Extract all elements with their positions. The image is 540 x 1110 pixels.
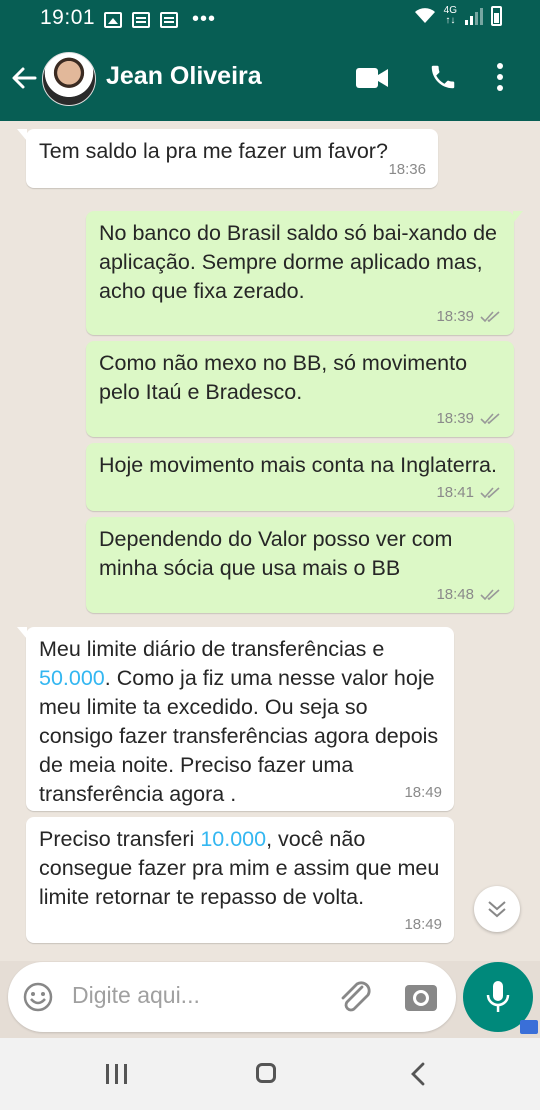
phone-number-link[interactable]: 10.000 — [200, 827, 266, 851]
image-icon — [104, 11, 122, 28]
attach-icon[interactable] — [338, 981, 372, 1013]
message-meta: 18:48 — [436, 580, 502, 609]
message-meta: 18:39 — [436, 302, 502, 331]
message-input[interactable]: Digite aqui... — [72, 982, 200, 1009]
scroll-down-icon — [488, 901, 506, 918]
back-arrow-icon[interactable] — [10, 64, 38, 92]
status-time: 19:01 — [40, 6, 96, 29]
double-check-icon — [480, 588, 500, 600]
network-type: 4G ↑↓ — [443, 5, 457, 26]
nav-back-icon[interactable] — [410, 1062, 426, 1086]
emoji-icon[interactable] — [22, 981, 54, 1013]
message-text: Meu limite diário de transferências e — [39, 637, 385, 661]
message-time: 18:36 — [388, 161, 426, 178]
message-incoming[interactable]: Preciso transferi 10.000, você não conse… — [26, 817, 454, 943]
message-text: Preciso transferi — [39, 827, 201, 851]
message-input-bar[interactable]: Digite aqui... — [8, 962, 456, 1032]
scroll-down-button[interactable] — [474, 886, 520, 932]
phone-number-link[interactable]: 50.000 — [39, 666, 105, 690]
message-time: 18:49 — [404, 784, 442, 801]
menu-icon[interactable] — [496, 62, 504, 92]
mic-icon — [486, 981, 510, 1012]
message-text: Hoje movimento mais conta na Inglaterra. — [99, 453, 497, 477]
battery-icon — [491, 6, 502, 26]
message-time: 18:49 — [404, 916, 442, 933]
double-check-icon — [480, 412, 500, 424]
double-check-icon — [480, 486, 500, 498]
message-incoming[interactable]: Meu limite diário de transferências e 50… — [17, 627, 454, 811]
message-time: 18:48 — [436, 586, 474, 603]
camera-icon[interactable] — [404, 981, 438, 1013]
message-icon — [132, 11, 150, 28]
message-incoming[interactable]: Tem saldo la pra me fazer um favor? 18:3… — [17, 129, 438, 188]
message-outgoing[interactable]: Como não mexo no BB, só movimento pelo I… — [86, 341, 514, 437]
notification-badge — [520, 1020, 538, 1034]
video-call-icon[interactable] — [356, 68, 388, 88]
notification-icons: ••• — [104, 8, 216, 31]
message-meta: 18:41 — [436, 478, 502, 507]
message-meta: 18:49 — [404, 910, 442, 939]
signal-icon — [465, 7, 483, 25]
avatar[interactable] — [42, 52, 96, 106]
message-time: 18:39 — [436, 308, 474, 325]
double-check-icon — [480, 310, 500, 322]
recent-apps-button[interactable] — [106, 1064, 127, 1084]
message-icon — [160, 11, 178, 28]
system-nav-bar — [0, 1038, 540, 1110]
message-outgoing[interactable]: Dependendo do Valor posso ver com minha … — [86, 517, 514, 613]
message-text: Como não mexo no BB, só movimento pelo I… — [99, 351, 468, 404]
message-meta: 18:39 — [436, 404, 502, 433]
contact-name[interactable]: Jean Oliveira — [106, 62, 262, 91]
chat-header: Jean Oliveira — [0, 36, 540, 121]
message-time: 18:39 — [436, 410, 474, 427]
message-time: 18:41 — [436, 484, 474, 501]
message-outgoing[interactable]: No banco do Brasil saldo só bai-xando de… — [86, 211, 523, 335]
phone-icon[interactable] — [428, 62, 458, 92]
message-meta: 18:49 — [404, 778, 442, 807]
chat-area[interactable]: Tem saldo la pra me fazer um favor? 18:3… — [0, 121, 540, 961]
system-icons: 4G ↑↓ — [414, 6, 502, 26]
status-bar: 19:01 ••• 4G ↑↓ — [0, 0, 540, 36]
home-button[interactable] — [256, 1063, 276, 1083]
message-text: No banco do Brasil saldo só bai-xando de… — [99, 221, 498, 303]
wifi-icon — [414, 8, 435, 23]
message-meta: 18:36 — [388, 155, 426, 184]
more-notifications-icon: ••• — [192, 8, 217, 30]
message-outgoing[interactable]: Hoje movimento mais conta na Inglaterra.… — [86, 443, 514, 511]
message-text: Dependendo do Valor posso ver com minha … — [99, 527, 453, 580]
message-text: Tem saldo la pra me fazer um favor? — [39, 139, 388, 163]
